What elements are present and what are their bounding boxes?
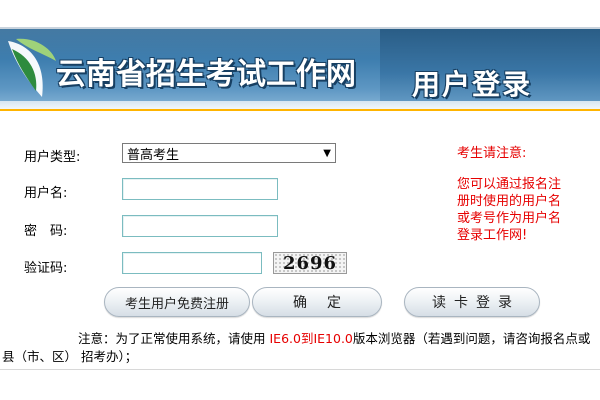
notice-title: 考生请注意:	[457, 146, 527, 161]
read-card-login-button[interactable]: 读卡登录	[404, 287, 540, 317]
login-title: 用户登录	[412, 68, 533, 101]
username-label: 用户名:	[24, 186, 68, 201]
captcha-image[interactable]: 2696	[273, 252, 347, 274]
browser-notice-prefix: 注意：为了正常使用系统，请使用	[78, 331, 266, 346]
password-input[interactable]	[122, 215, 278, 237]
browser-notice: 注意：为了正常使用系统，请使用 IE6.0到IE10.0版本浏览器（若遇到问题，…	[2, 330, 598, 366]
banner-underline	[0, 109, 600, 111]
free-register-button[interactable]: 考生用户免费注册	[104, 287, 250, 317]
user-type-select[interactable]: 普高考生 ▼	[122, 143, 336, 163]
bottom-divider	[0, 369, 600, 370]
confirm-button[interactable]: 确定	[252, 287, 382, 317]
user-type-label: 用户类型:	[24, 150, 81, 165]
captcha-label: 验证码:	[24, 261, 68, 276]
leaf-logo-icon	[8, 38, 56, 97]
notice-body: 您可以通过报名注册时使用的用户名或考号作为用户名登录工作网!	[457, 177, 562, 243]
login-page: 云南省招生考试工作网 用户登录 用户类型: 普高考生 ▼ 用户名: 密 码: 验…	[0, 0, 600, 400]
dropdown-arrow-icon: ▼	[323, 147, 331, 159]
header-banner: 云南省招生考试工作网 用户登录	[0, 29, 600, 109]
user-type-selected-value: 普高考生	[127, 147, 180, 163]
site-title: 云南省招生考试工作网	[56, 57, 356, 92]
username-input[interactable]	[122, 178, 278, 200]
browser-version: IE6.0到IE10.0	[269, 331, 353, 346]
password-label: 密 码:	[24, 224, 68, 239]
captcha-input[interactable]	[122, 252, 262, 274]
